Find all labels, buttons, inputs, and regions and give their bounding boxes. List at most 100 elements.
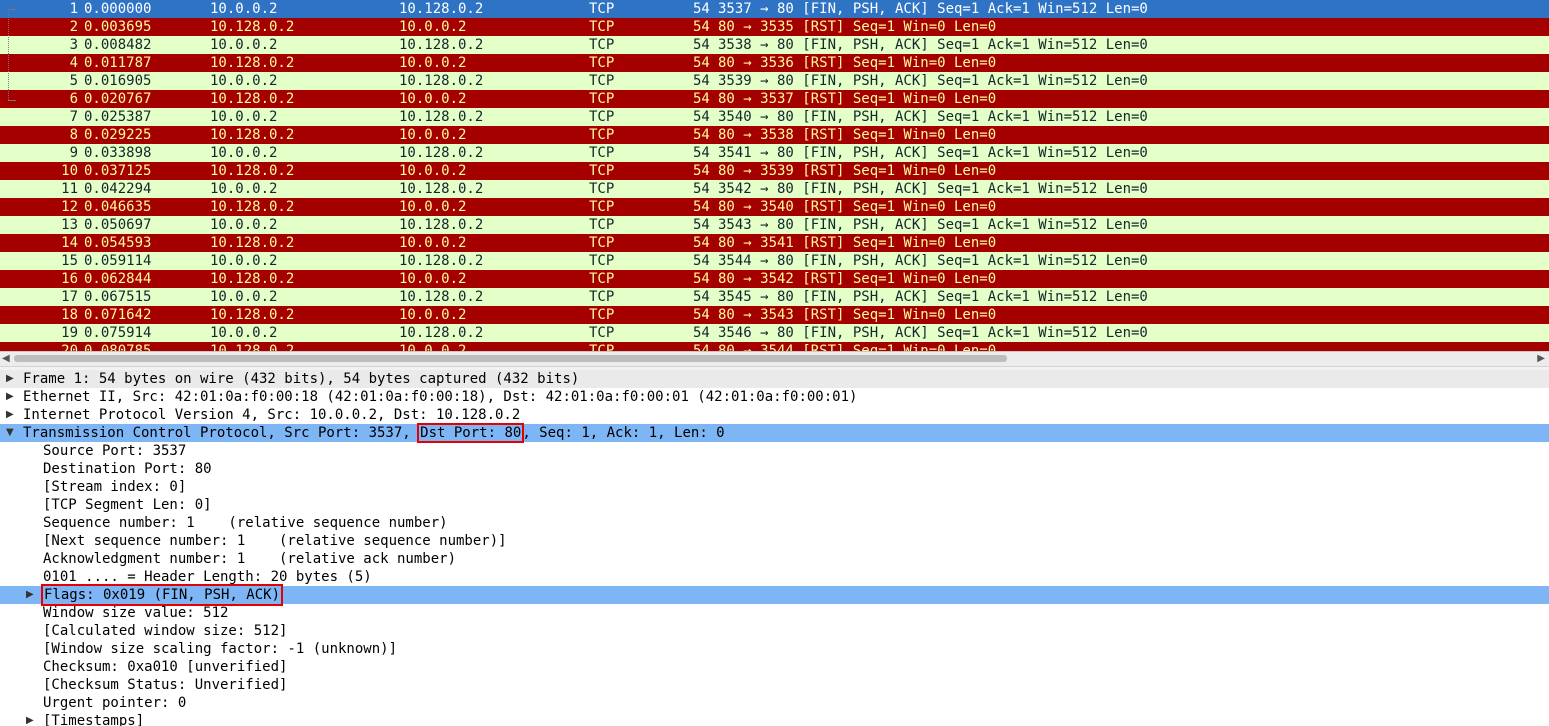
tree-item-ipv4[interactable]: ▶ Internet Protocol Version 4, Src: 10.0… (0, 406, 1549, 424)
tcp-field-ack[interactable]: Acknowledgment number: 1 (relative ack n… (0, 550, 1549, 568)
packet-destination: 10.128.0.2 (399, 325, 484, 341)
field-text: Acknowledgment number: 1 (relative ack n… (43, 551, 457, 567)
packet-source: 10.128.0.2 (210, 271, 295, 287)
packet-source: 10.0.0.2 (210, 1, 278, 17)
tcp-field-urgent[interactable]: Urgent pointer: 0 (0, 694, 1549, 712)
tcp-field-src-port[interactable]: Source Port: 3537 (0, 442, 1549, 460)
packet-destination: 10.0.0.2 (399, 55, 467, 71)
packet-no: 9 (69, 145, 78, 161)
packet-list[interactable]: 1 0.000000 10.0.0.2 10.128.0.2 TCP 54 3537 → 8… (0, 0, 1549, 351)
packet-time: 0.008482 (84, 37, 152, 53)
packet-row[interactable]: 1 0.000000 10.0.0.2 10.128.0.2 TCP 54 3537 → 8… (0, 0, 1549, 18)
expand-arrow-icon[interactable]: ▶ (26, 586, 34, 604)
packet-protocol: TCP (589, 145, 615, 161)
expand-arrow-icon[interactable]: ▶ (26, 712, 34, 726)
packet-row[interactable]: 20 0.080785 10.128.0.2 10.0.0.2 TCP 54 80 → 35… (0, 342, 1549, 351)
packet-no: 19 (61, 325, 78, 341)
packet-destination: 10.128.0.2 (399, 289, 484, 305)
scroll-left-icon[interactable]: ◀ (2, 353, 10, 364)
tcp-field-checksum[interactable]: Checksum: 0xa010 [unverified] (0, 658, 1549, 676)
tcp-field-checksum-status[interactable]: [Checksum Status: Unverified] (0, 676, 1549, 694)
packet-source: 10.0.0.2 (210, 253, 278, 269)
tcp-field-stream-index[interactable]: [Stream index: 0] (0, 478, 1549, 496)
packet-destination: 10.0.0.2 (399, 163, 467, 179)
field-text: Destination Port: 80 (43, 461, 212, 477)
packet-row[interactable]: 6 0.020767 10.128.0.2 10.0.0.2 TCP 54 80 → 353… (0, 90, 1549, 108)
tcp-field-next-seq[interactable]: [Next sequence number: 1 (relative seque… (0, 532, 1549, 550)
field-text: [Stream index: 0] (43, 479, 187, 495)
packet-source: 10.128.0.2 (210, 127, 295, 143)
packet-time: 0.000000 (84, 1, 152, 17)
frame-summary: Frame 1: 54 bytes on wire (432 bits), 54… (23, 371, 580, 387)
collapse-arrow-icon[interactable]: ▼ (6, 424, 14, 442)
packet-row[interactable]: 14 0.054593 10.128.0.2 10.0.0.2 TCP 54 80 → 35… (0, 234, 1549, 252)
tcp-field-segment-len[interactable]: [TCP Segment Len: 0] (0, 496, 1549, 514)
packet-time: 0.071642 (84, 307, 152, 323)
tcp-field-flags[interactable]: ▶ Flags: 0x019 (FIN, PSH, ACK) (0, 584, 1549, 606)
packet-row[interactable]: 18 0.071642 10.128.0.2 10.0.0.2 TCP 54 80 → 35… (0, 306, 1549, 324)
expand-arrow-icon[interactable]: ▶ (6, 388, 14, 406)
packet-row[interactable]: 4 0.011787 10.128.0.2 10.0.0.2 TCP 54 80 → 353… (0, 54, 1549, 72)
packet-row[interactable]: 10 0.037125 10.128.0.2 10.0.0.2 TCP 54 80 → 35… (0, 162, 1549, 180)
packet-destination: 10.0.0.2 (399, 307, 467, 323)
packet-row[interactable]: 7 0.025387 10.0.0.2 10.128.0.2 TCP 54 3540 → 8… (0, 108, 1549, 126)
packet-protocol: TCP (589, 199, 615, 215)
packet-row[interactable]: 19 0.075914 10.0.0.2 10.128.0.2 TCP 54 3546 → … (0, 324, 1549, 342)
scrollbar-thumb[interactable] (14, 355, 1007, 362)
packet-no: 3 (69, 37, 78, 53)
field-text: Source Port: 3537 (43, 443, 187, 459)
packet-length: 54 (693, 1, 710, 17)
packet-row[interactable]: 8 0.029225 10.128.0.2 10.0.0.2 TCP 54 80 → 353… (0, 126, 1549, 144)
packet-destination: 10.128.0.2 (399, 37, 484, 53)
packet-details[interactable]: ▶ Frame 1: 54 bytes on wire (432 bits), … (0, 370, 1549, 726)
tcp-dst-port-highlight: Dst Port: 80 (417, 423, 525, 443)
packet-time: 0.067515 (84, 289, 152, 305)
packet-destination: 10.128.0.2 (399, 181, 484, 197)
packet-row[interactable]: 17 0.067515 10.0.0.2 10.128.0.2 TCP 54 3545 → … (0, 288, 1549, 306)
expand-arrow-icon[interactable]: ▶ (6, 370, 14, 388)
tcp-field-scaling[interactable]: [Window size scaling factor: -1 (unknown… (0, 640, 1549, 658)
packet-protocol: TCP (589, 55, 615, 71)
packet-source: 10.128.0.2 (210, 307, 295, 323)
packet-list-horizontal-scrollbar[interactable]: ◀ ▶ (0, 351, 1549, 366)
packet-time: 0.059114 (84, 253, 152, 269)
packet-protocol: TCP (589, 37, 615, 53)
ipv4-summary: Internet Protocol Version 4, Src: 10.0.0… (23, 407, 521, 423)
packet-row[interactable]: 15 0.059114 10.0.0.2 10.128.0.2 TCP 54 3544 → … (0, 252, 1549, 270)
packet-source: 10.128.0.2 (210, 235, 295, 251)
tcp-field-dst-port[interactable]: Destination Port: 80 (0, 460, 1549, 478)
packet-info: 3537 → 80 [FIN, PSH, ACK] Seq=1 Ack=1 Wi… (718, 1, 1148, 17)
packet-no: 11 (61, 181, 78, 197)
packet-length: 54 (693, 289, 710, 305)
packet-row[interactable]: 2 0.003695 10.128.0.2 10.0.0.2 TCP 54 80 → 353… (0, 18, 1549, 36)
packet-protocol: TCP (589, 235, 615, 251)
packet-length: 54 (693, 91, 710, 107)
packet-row[interactable]: 13 0.050697 10.0.0.2 10.128.0.2 TCP 54 3543 → … (0, 216, 1549, 234)
packet-length: 54 (693, 271, 710, 287)
packet-row[interactable]: 12 0.046635 10.128.0.2 10.0.0.2 TCP 54 80 → 35… (0, 198, 1549, 216)
tree-item-tcp[interactable]: ▼ Transmission Control Protocol, Src Por… (0, 423, 1549, 443)
packet-time: 0.042294 (84, 181, 152, 197)
expand-arrow-icon[interactable]: ▶ (6, 406, 14, 424)
packet-row[interactable]: 11 0.042294 10.0.0.2 10.128.0.2 TCP 54 3542 → … (0, 180, 1549, 198)
packet-time: 0.029225 (84, 127, 152, 143)
field-text: Sequence number: 1 (relative sequence nu… (43, 515, 448, 531)
packet-source: 10.0.0.2 (210, 289, 278, 305)
field-text: Checksum: 0xa010 [unverified] (43, 659, 288, 675)
packet-time: 0.062844 (84, 271, 152, 287)
packet-row[interactable]: 9 0.033898 10.0.0.2 10.128.0.2 TCP 54 3541 → 8… (0, 144, 1549, 162)
tcp-field-calc-window[interactable]: [Calculated window size: 512] (0, 622, 1549, 640)
packet-time: 0.080785 (84, 343, 152, 351)
scroll-right-icon[interactable]: ▶ (1537, 353, 1545, 364)
tree-item-ethernet[interactable]: ▶ Ethernet II, Src: 42:01:0a:f0:00:18 (4… (0, 388, 1549, 406)
tcp-field-window[interactable]: Window size value: 512 (0, 604, 1549, 622)
packet-info: 3544 → 80 [FIN, PSH, ACK] Seq=1 Ack=1 Wi… (718, 253, 1148, 269)
packet-row[interactable]: 3 0.008482 10.0.0.2 10.128.0.2 TCP 54 3538 → 8… (0, 36, 1549, 54)
tcp-field-timestamps[interactable]: ▶ [Timestamps] (0, 712, 1549, 726)
tcp-field-seq[interactable]: Sequence number: 1 (relative sequence nu… (0, 514, 1549, 532)
packet-time: 0.075914 (84, 325, 152, 341)
tcp-summary-prefix: Transmission Control Protocol, Src Port:… (23, 425, 420, 441)
packet-row[interactable]: 16 0.062844 10.128.0.2 10.0.0.2 TCP 54 80 → 35… (0, 270, 1549, 288)
packet-row[interactable]: 5 0.016905 10.0.0.2 10.128.0.2 TCP 54 3539 → 8… (0, 72, 1549, 90)
tree-item-frame[interactable]: ▶ Frame 1: 54 bytes on wire (432 bits), … (0, 370, 1549, 388)
